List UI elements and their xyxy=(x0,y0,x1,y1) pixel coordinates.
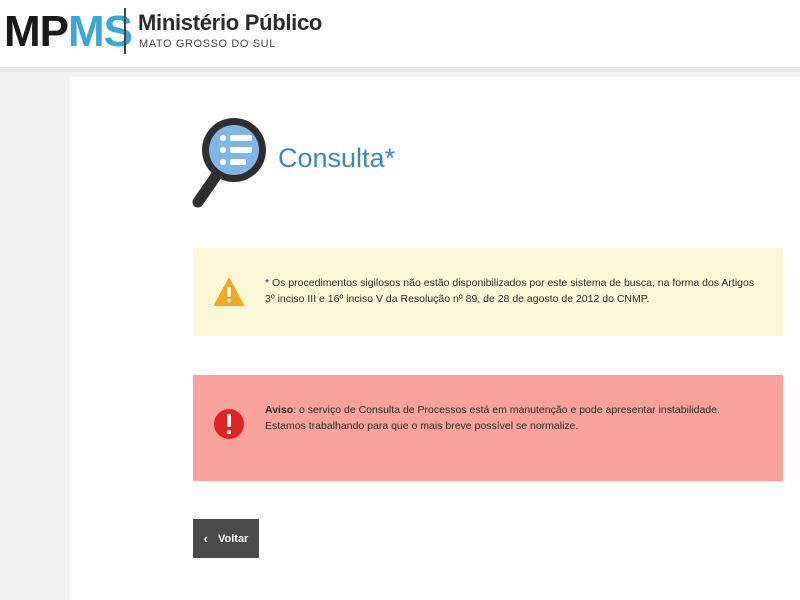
back-button-label: Voltar xyxy=(217,532,249,545)
logo-ms-text: MS xyxy=(68,7,133,56)
warning-triangle-icon xyxy=(213,276,245,313)
page-title: Consulta* xyxy=(278,143,396,173)
logo-mp-text: MP xyxy=(4,7,69,56)
confidential-notice-text: * Os procedimentos sigilosos não estão d… xyxy=(265,277,755,305)
magnifier-list-icon xyxy=(190,110,270,210)
confidential-notice: * Os procedimentos sigilosos não estão d… xyxy=(193,248,783,336)
maintenance-warning-text: Aviso: o serviço de Consulta de Processo… xyxy=(265,402,755,434)
chevron-left-icon: ‹ xyxy=(203,531,208,546)
site-header: MPMS Ministério Público MATO GROSSO DO S… xyxy=(0,0,800,72)
org-name: Ministério Público xyxy=(138,10,323,35)
maintenance-warning: Aviso: o serviço de Consulta de Processo… xyxy=(193,375,783,481)
warning-body: : o serviço de Consulta de Processos est… xyxy=(265,404,720,432)
main-content: Consulta* * Os procedimentos sigilosos n… xyxy=(70,77,800,600)
warning-label: Aviso xyxy=(265,404,294,416)
logo-divider xyxy=(124,8,126,54)
exclamation-circle-icon xyxy=(213,407,245,446)
back-button[interactable]: ‹ Voltar xyxy=(193,519,259,558)
org-subtitle: MATO GROSSO DO SUL xyxy=(139,38,276,50)
mpms-logo[interactable]: MPMS xyxy=(4,7,133,56)
